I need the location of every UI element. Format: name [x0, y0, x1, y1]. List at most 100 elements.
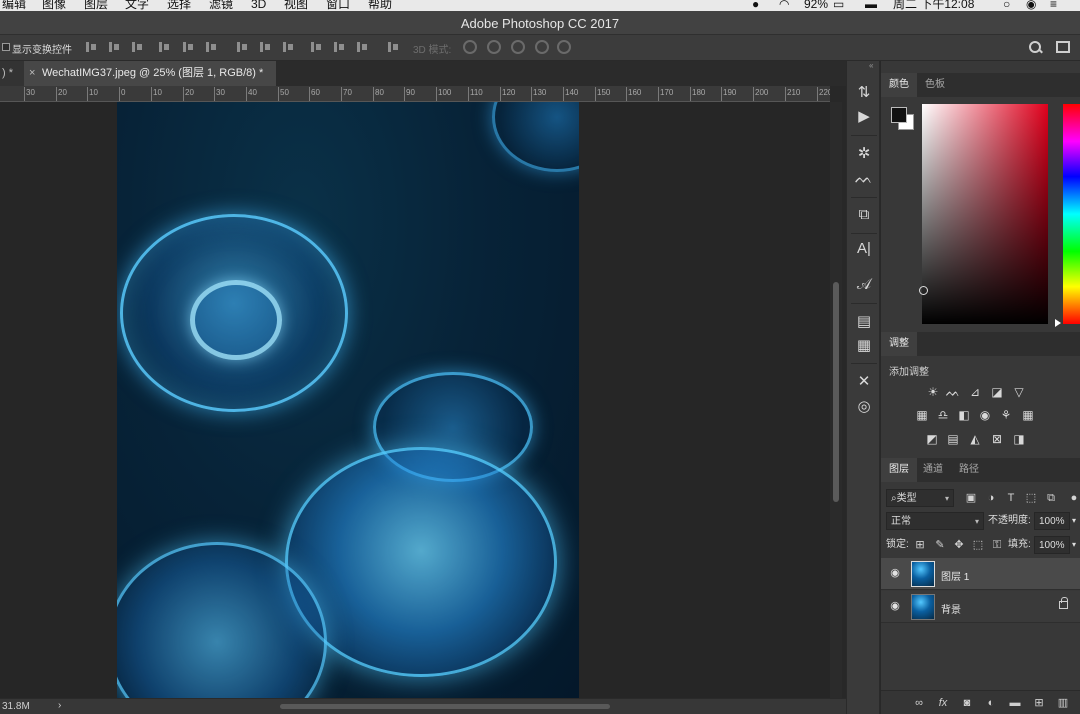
3d-panel-icon[interactable]: ◎: [854, 397, 874, 417]
clone-source-icon[interactable]: ⧉: [854, 205, 874, 225]
delete-layer-icon[interactable]: ▥: [1056, 696, 1070, 710]
posterize-icon[interactable]: ▤: [945, 432, 961, 446]
new-adjustment-layer-icon[interactable]: ◐: [984, 696, 998, 710]
show-transform-controls-checkbox[interactable]: [2, 43, 10, 51]
distribute-right-icon[interactable]: [355, 41, 369, 53]
menu-image[interactable]: 图像: [42, 0, 66, 11]
align-left-icon[interactable]: [157, 41, 171, 53]
filter-shape-layers-icon[interactable]: ⬚: [1025, 492, 1037, 504]
distribute-horizontal-center-icon[interactable]: [332, 41, 346, 53]
add-mask-icon[interactable]: ◙: [960, 696, 974, 710]
blend-mode-select[interactable]: 正常 ▾: [886, 512, 984, 530]
align-top-icon[interactable]: [84, 41, 98, 53]
layer-filter-select[interactable]: ⌕类型 ▾: [886, 489, 954, 507]
canvas-workspace[interactable]: [0, 102, 830, 698]
document-canvas[interactable]: [117, 102, 579, 698]
new-layer-icon[interactable]: ⊞: [1032, 696, 1046, 710]
history-icon[interactable]: ⇅: [854, 83, 874, 103]
invert-icon[interactable]: ◩: [924, 432, 940, 446]
filter-adjustment-layers-icon[interactable]: ◑: [985, 492, 997, 504]
align-right-icon[interactable]: [204, 41, 218, 53]
battery-icon[interactable]: ▭: [833, 0, 844, 11]
color-balance-icon[interactable]: ♎: [935, 408, 951, 422]
foreground-color-swatch[interactable]: [891, 107, 907, 123]
3d-slide-icon[interactable]: [535, 40, 549, 54]
hue-saturation-icon[interactable]: ▦: [914, 408, 930, 422]
notes-icon[interactable]: ▦: [854, 336, 874, 356]
fill-chevron-icon[interactable]: ▾: [1072, 536, 1076, 554]
menu-help[interactable]: 帮助: [368, 0, 392, 11]
vertical-scrollbar-thumb[interactable]: [833, 282, 839, 502]
3d-roll-icon[interactable]: [487, 40, 501, 54]
curves-icon[interactable]: ⊿: [967, 385, 983, 399]
align-vertical-center-icon[interactable]: [107, 41, 121, 53]
distribute-vertical-center-icon[interactable]: [258, 41, 272, 53]
menu-edit[interactable]: 编辑: [2, 0, 26, 11]
status-menu-arrow-icon[interactable]: ›: [58, 700, 61, 711]
eye-icon[interactable]: ◉: [889, 567, 901, 579]
layer-thumbnail[interactable]: [911, 561, 935, 587]
character-icon[interactable]: A|: [854, 239, 874, 259]
threshold-icon[interactable]: ◭: [967, 432, 983, 446]
clock[interactable]: 周二 下午12:08: [893, 0, 974, 11]
menu-select[interactable]: 选择: [167, 0, 191, 11]
menu-filter[interactable]: 滤镜: [209, 0, 233, 11]
properties-icon[interactable]: ▤: [854, 312, 874, 332]
notification-center-icon[interactable]: ≡: [1050, 0, 1057, 11]
tab-previous-document[interactable]: ) *: [0, 61, 24, 86]
layer-name[interactable]: 背景: [941, 601, 961, 616]
3d-scale-icon[interactable]: [557, 40, 571, 54]
flag-icon[interactable]: ▬: [865, 0, 877, 11]
menu-3d[interactable]: 3D: [251, 0, 266, 11]
filter-smart-objects-icon[interactable]: ⧉: [1045, 492, 1057, 504]
exposure-icon[interactable]: ◪: [989, 385, 1005, 399]
black-white-icon[interactable]: ◧: [956, 408, 972, 422]
collapse-dock-icon[interactable]: «: [869, 61, 873, 70]
fill-input[interactable]: 100%: [1034, 536, 1070, 554]
lock-position-icon[interactable]: ✥: [953, 539, 965, 551]
distribute-left-icon[interactable]: [309, 41, 323, 53]
menu-view[interactable]: 视图: [284, 0, 308, 11]
color-lookup-icon[interactable]: ▦: [1020, 408, 1036, 422]
lock-image-pixels-icon[interactable]: ✎: [934, 539, 946, 551]
horizontal-scrollbar-thumb[interactable]: [280, 704, 610, 709]
distribute-bottom-icon[interactable]: [281, 41, 295, 53]
close-icon[interactable]: ×: [29, 61, 35, 86]
foreground-background-swatches[interactable]: [889, 105, 917, 133]
filter-toggle-icon[interactable]: ●: [1068, 492, 1080, 504]
hue-slider-marker[interactable]: [1055, 319, 1061, 327]
tab-channels[interactable]: 通道: [915, 458, 951, 482]
layer-row-background[interactable]: ◉ 背景: [881, 591, 1080, 623]
workspace-switcher-icon[interactable]: [1056, 41, 1070, 53]
tab-swatches[interactable]: 色板: [917, 73, 953, 97]
actions-play-icon[interactable]: ▶: [854, 107, 874, 127]
siri-icon[interactable]: ●: [752, 0, 759, 11]
filter-type-layers-icon[interactable]: T: [1005, 492, 1017, 504]
selective-color-icon[interactable]: ⊠: [989, 432, 1005, 446]
search-icon[interactable]: [1028, 40, 1042, 54]
horizontal-ruler[interactable]: 30 20 10 0 10 20 30 40 50 60 70 80 90 100 110 120 130 140…: [0, 86, 830, 102]
align-horizontal-center-icon[interactable]: [181, 41, 195, 53]
color-picker-cursor[interactable]: [919, 286, 928, 295]
show-transform-controls-label[interactable]: 显示变换控件: [12, 41, 72, 56]
tab-layers[interactable]: 图层: [881, 458, 917, 482]
layer-row-layer1[interactable]: ◉ 图层 1: [881, 558, 1080, 590]
lock-transparent-pixels-icon[interactable]: ⊞: [914, 539, 926, 551]
hue-slider[interactable]: [1063, 104, 1080, 324]
levels-icon[interactable]: ᨓ: [945, 385, 961, 399]
vibrance-icon[interactable]: ▽: [1011, 385, 1027, 399]
brush-settings-icon[interactable]: ✲: [854, 144, 874, 164]
tab-color[interactable]: 颜色: [881, 73, 917, 97]
menu-window[interactable]: 窗口: [326, 0, 350, 11]
tool-presets-icon[interactable]: ✕: [854, 372, 874, 392]
3d-rotate-icon[interactable]: [463, 40, 477, 54]
paragraph-style-icon[interactable]: 𝒜: [854, 275, 874, 295]
lock-icon[interactable]: [1059, 597, 1068, 609]
opacity-input[interactable]: 100%: [1034, 512, 1070, 530]
tab-adjustments[interactable]: 调整: [881, 332, 917, 356]
color-field[interactable]: [922, 104, 1048, 324]
new-group-icon[interactable]: ▬: [1008, 696, 1022, 710]
eye-icon[interactable]: ◉: [889, 600, 901, 612]
align-bottom-icon[interactable]: [130, 41, 144, 53]
vertical-scrollbar[interactable]: [830, 102, 842, 698]
